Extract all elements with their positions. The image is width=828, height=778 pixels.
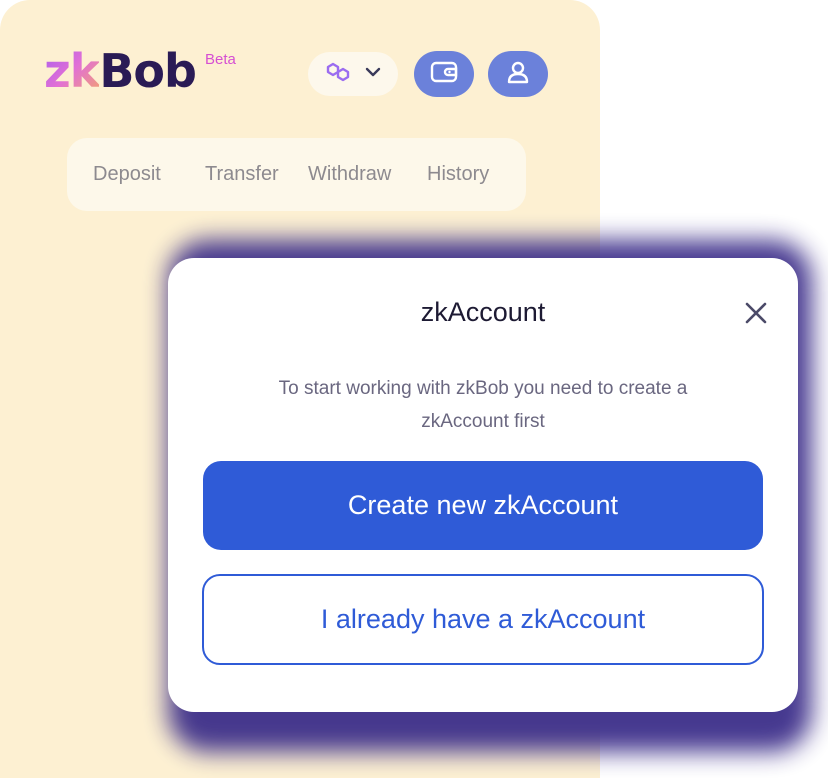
create-zkaccount-button[interactable]: Create new zkAccount [203,461,763,550]
tab-transfer[interactable]: Transfer [205,138,279,211]
existing-zkaccount-button[interactable]: I already have a zkAccount [202,574,764,665]
modal-message-line-1: To start working with zkBob you need to … [278,378,688,399]
stage: zkBob Beta Deposit Transfer Withdraw His… [0,0,828,778]
zkbob-logo[interactable]: zkBob [44,48,197,94]
account-button[interactable] [488,51,548,97]
user-icon [505,59,531,90]
wallet-icon [429,59,459,90]
modal-message: To start working with zkBob you need to … [200,372,766,438]
logo-suffix: Bob [99,44,197,98]
polygon-icon [325,61,351,88]
beta-label: Beta [205,51,236,68]
wallet-button[interactable] [414,51,474,97]
tab-bar: Deposit Transfer Withdraw History [67,138,526,211]
chevron-down-icon [365,65,381,83]
modal-title: zkAccount [420,297,546,327]
tab-deposit[interactable]: Deposit [93,138,161,211]
tab-history[interactable]: History [427,138,489,211]
logo-prefix: zk [44,44,100,98]
close-button[interactable] [739,300,773,330]
network-select[interactable] [308,52,398,96]
close-icon [743,300,769,331]
modal-message-line-2: zkAccount first [421,411,545,432]
tab-withdraw[interactable]: Withdraw [308,138,391,211]
